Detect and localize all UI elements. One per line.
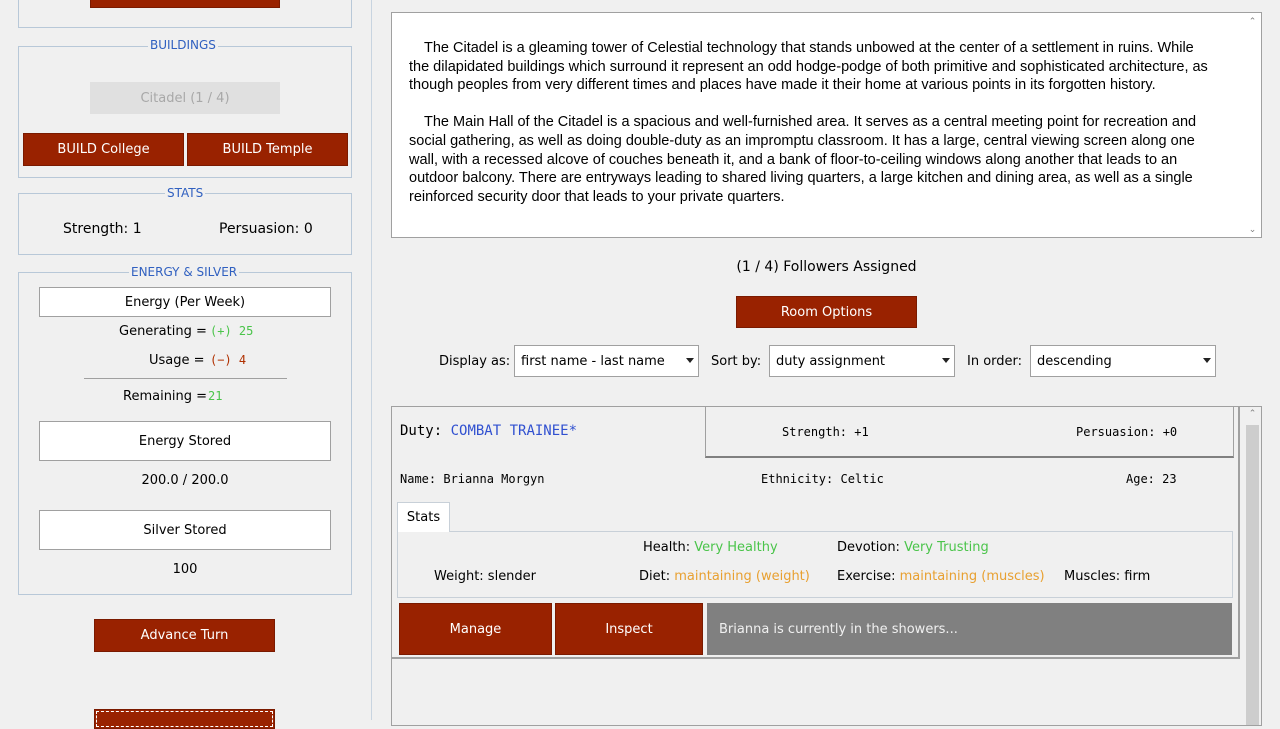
- display-as-value: first name - last name: [521, 353, 665, 369]
- sidebar: BUILDINGS Citadel (1 / 4) BUILD College …: [0, 0, 372, 729]
- stats-legend: STATS: [165, 186, 206, 200]
- in-order-value: descending: [1037, 353, 1112, 369]
- exercise-row: Exercise: maintaining (muscles): [837, 569, 1045, 584]
- followers-scrollbar[interactable]: ⌃: [1244, 407, 1261, 725]
- ethnicity-label: Ethnicity:: [761, 472, 834, 486]
- duty-value[interactable]: COMBAT TRAINEE*: [451, 423, 577, 439]
- followers-assigned-label: (1 / 4) Followers Assigned: [736, 259, 917, 275]
- health-label: Health:: [643, 540, 691, 555]
- strength-stat: Strength: 1: [63, 221, 142, 237]
- advance-turn-button[interactable]: Advance Turn: [94, 619, 275, 652]
- description-scrollbar[interactable]: ⌃ ⌄: [1244, 13, 1261, 237]
- health-row: Health: Very Healthy: [643, 540, 778, 555]
- generating-value: (+) 25: [210, 324, 254, 338]
- diet-row: Diet: maintaining (weight): [639, 569, 810, 584]
- age-label: Age:: [1126, 472, 1155, 486]
- diet-label: Diet:: [639, 569, 671, 584]
- sort-by-value: duty assignment: [776, 353, 886, 369]
- room-options-button[interactable]: Room Options: [736, 296, 917, 328]
- manage-button[interactable]: Manage: [399, 603, 552, 655]
- silver-stored-value: 100: [172, 562, 198, 577]
- exercise-label: Exercise:: [837, 569, 896, 584]
- buildings-legend: BUILDINGS: [148, 38, 218, 52]
- devotion-label: Devotion:: [837, 540, 900, 555]
- energy-per-week-box: Energy (Per Week): [39, 287, 331, 317]
- usage-label: Usage =: [149, 353, 205, 368]
- energy-legend: ENERGY & SILVER: [129, 265, 240, 279]
- usage-value: (−) 4: [210, 353, 247, 367]
- name-label: Name:: [400, 472, 437, 486]
- energy-stored-box: Energy Stored: [39, 421, 331, 461]
- follower-bonus-box: Strength: +1 Persuasion: +0: [705, 407, 1234, 458]
- build-temple-button[interactable]: BUILD Temple: [187, 133, 348, 166]
- room-description-box[interactable]: The Citadel is a gleaming tower of Celes…: [391, 12, 1262, 238]
- duty-row: Duty: COMBAT TRAINEE*: [400, 423, 577, 439]
- duty-label: Duty:: [400, 423, 443, 439]
- health-value: Very Healthy: [694, 540, 778, 555]
- remaining-value: 21: [208, 389, 223, 403]
- stats-tab-panel: Health: Very Healthy Devotion: Very Trus…: [397, 531, 1233, 598]
- description-paragraph-2: The Main Hall of the Citadel is a spacio…: [409, 114, 1197, 205]
- remaining-label: Remaining =: [123, 389, 208, 404]
- weight-stat: Weight: slender: [434, 569, 537, 584]
- devotion-row: Devotion: Very Trusting: [837, 540, 989, 555]
- bottom-clipped-button[interactable]: [94, 709, 275, 729]
- age-value: 23: [1162, 472, 1177, 486]
- muscles-stat: Muscles: firm: [1064, 569, 1151, 584]
- name-value: Brianna Morgyn: [443, 472, 545, 486]
- in-order-label: In order:: [967, 354, 1023, 369]
- order-chevron-down-icon: [1203, 358, 1211, 363]
- followers-list-panel[interactable]: ⌃ Duty: COMBAT TRAINEE* Strength: +1 Per…: [391, 406, 1262, 726]
- ethnicity-value: Celtic: [840, 472, 884, 486]
- inspect-button[interactable]: Inspect: [555, 603, 703, 655]
- persuasion-stat: Persuasion: 0: [219, 221, 313, 237]
- scroll-up-icon[interactable]: ⌃: [1244, 17, 1261, 27]
- description-text: The Citadel is a gleaming tower of Celes…: [409, 39, 1209, 206]
- display-as-label: Display as:: [439, 354, 511, 369]
- exercise-value: maintaining (muscles): [899, 569, 1045, 584]
- diet-value: maintaining (weight): [674, 569, 810, 584]
- energy-stored-value: 200.0 / 200.0: [141, 473, 229, 488]
- followers-scroll-up-icon[interactable]: ⌃: [1244, 409, 1261, 419]
- ethnicity-row: Ethnicity: Celtic: [761, 472, 884, 486]
- in-order-select[interactable]: descending: [1030, 345, 1216, 377]
- followers-scroll-thumb[interactable]: [1246, 425, 1259, 725]
- scroll-down-icon[interactable]: ⌄: [1244, 225, 1261, 235]
- bonus-persuasion: Persuasion: +0: [1076, 425, 1178, 439]
- sort-chevron-down-icon: [942, 358, 950, 363]
- build-college-button[interactable]: BUILD College: [23, 133, 184, 166]
- citadel-button[interactable]: Citadel (1 / 4): [90, 82, 280, 114]
- display-as-select[interactable]: first name - last name: [514, 345, 699, 377]
- devotion-value: Very Trusting: [904, 540, 989, 555]
- silver-stored-box: Silver Stored: [39, 510, 331, 550]
- top-clipped-button[interactable]: [90, 0, 280, 8]
- age-row: Age: 23: [1126, 472, 1177, 486]
- tab-stats[interactable]: Stats: [397, 502, 450, 532]
- display-chevron-down-icon: [686, 358, 694, 363]
- sort-by-label: Sort by:: [711, 354, 762, 369]
- description-paragraph-1: The Citadel is a gleaming tower of Celes…: [409, 40, 1208, 94]
- generating-label: Generating =: [119, 324, 207, 339]
- follower-status-bar: Brianna is currently in the showers...: [707, 603, 1232, 655]
- sort-by-select[interactable]: duty assignment: [769, 345, 955, 377]
- energy-divider: [84, 378, 287, 379]
- bonus-strength: Strength: +1: [782, 425, 869, 439]
- name-row: Name: Brianna Morgyn: [400, 472, 545, 486]
- follower-card: Duty: COMBAT TRAINEE* Strength: +1 Persu…: [392, 407, 1240, 659]
